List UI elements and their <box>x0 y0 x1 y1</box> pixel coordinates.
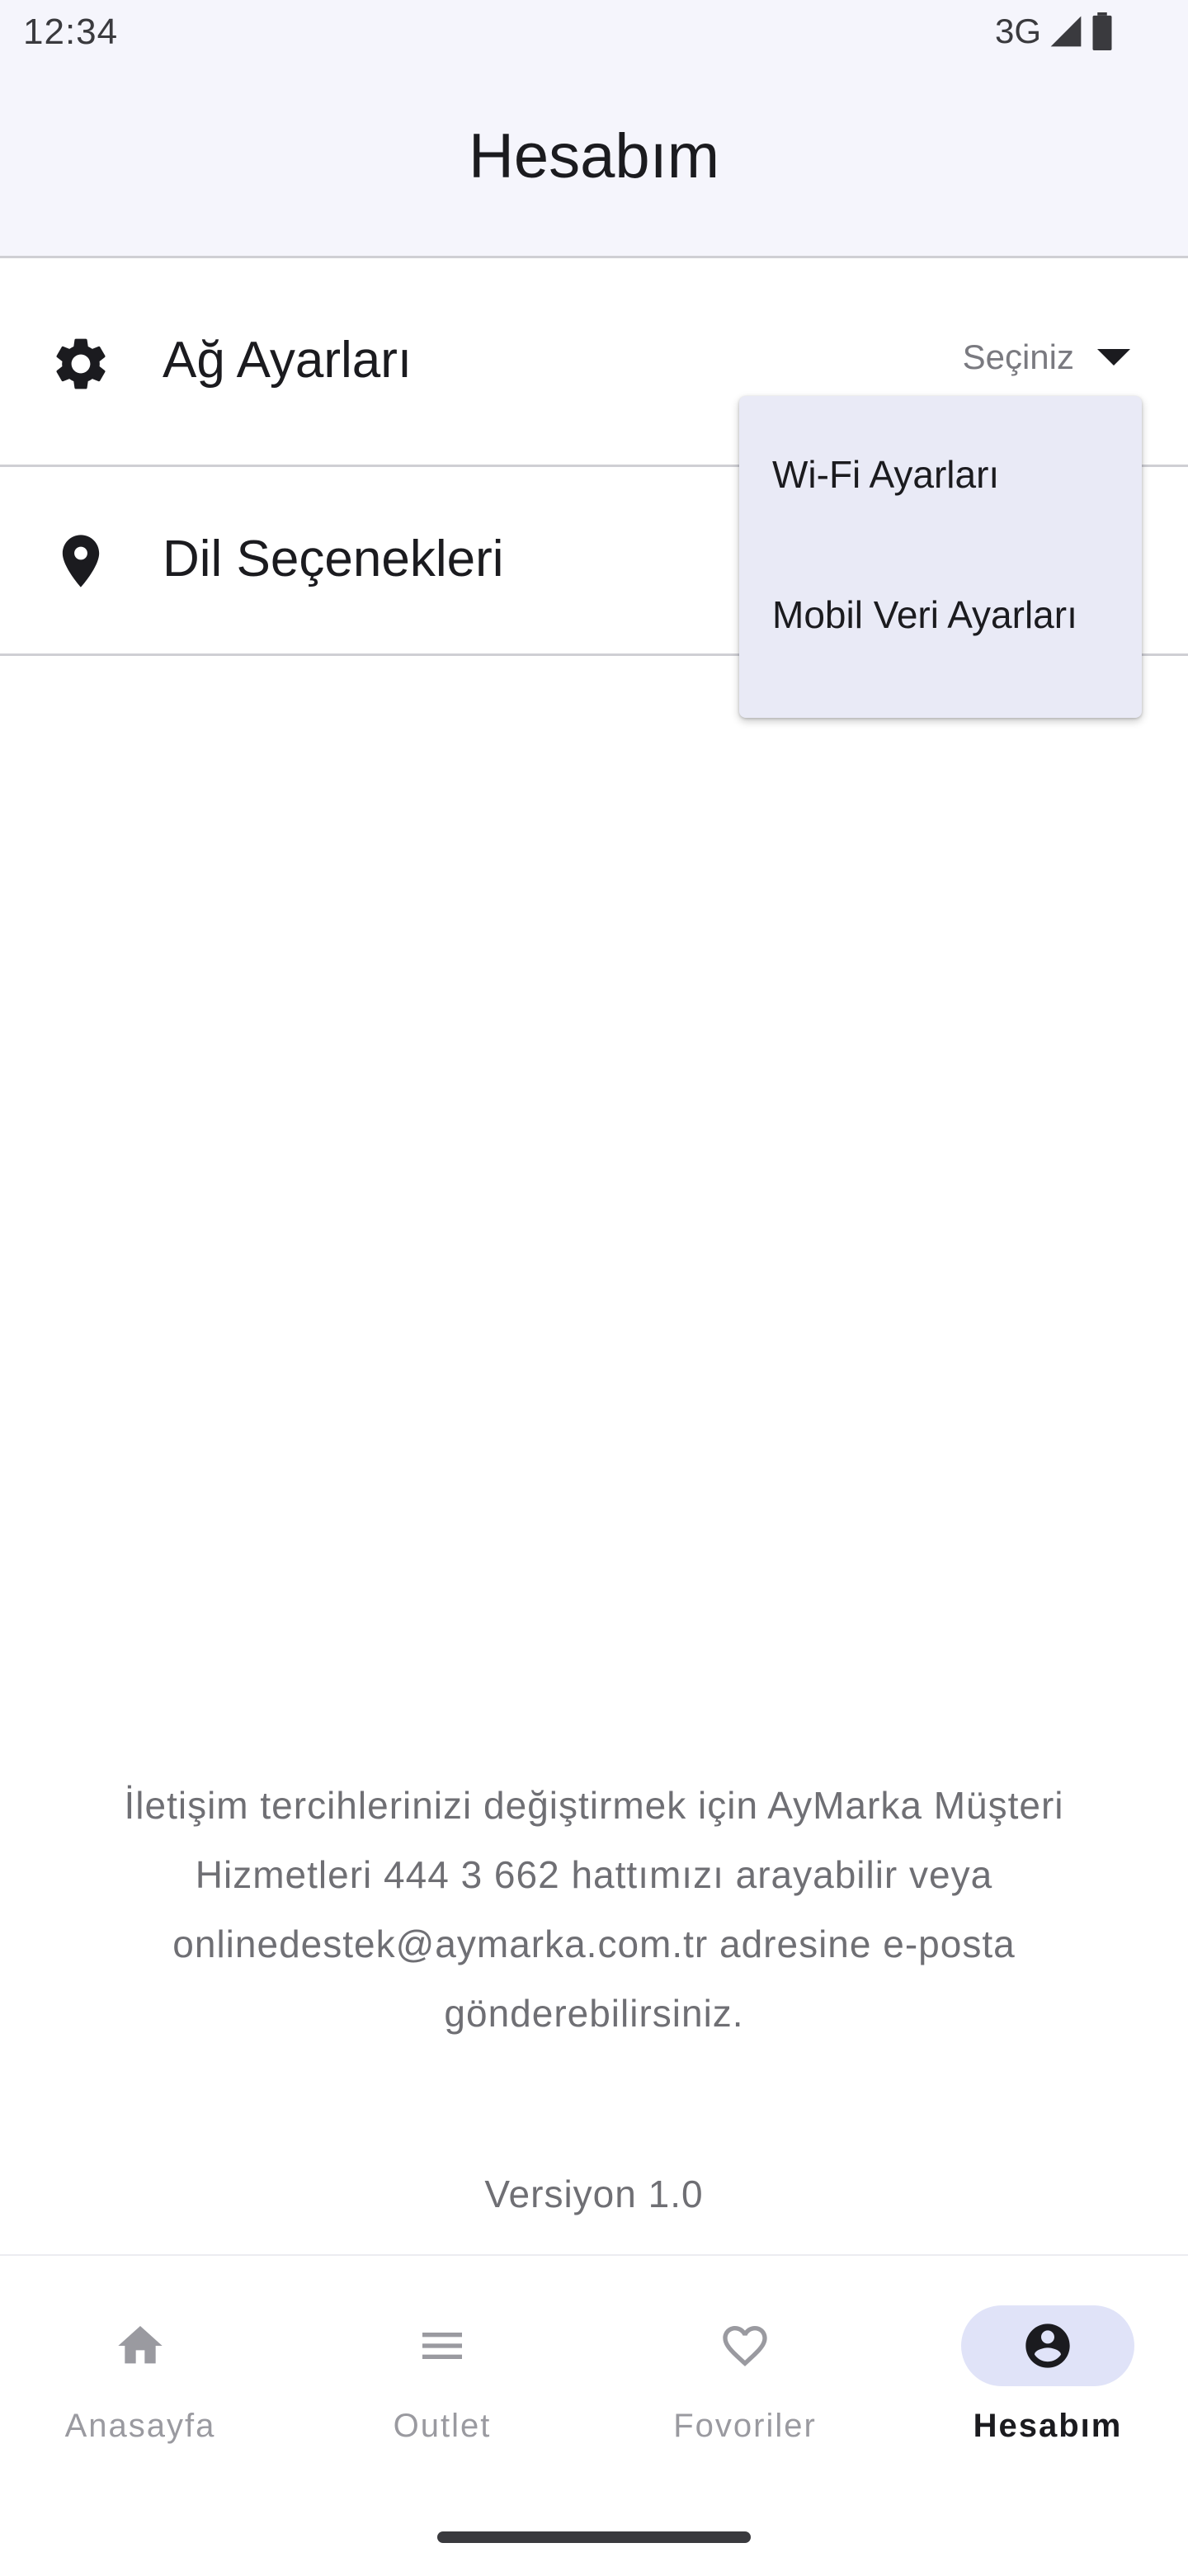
nav-item-account[interactable]: Hesabım <box>924 2305 1172 2470</box>
status-time: 12:34 <box>23 12 119 52</box>
network-type: 3G <box>994 12 1041 50</box>
battery-icon <box>1091 12 1114 50</box>
menu-item-mobile-data-settings[interactable]: Mobil Veri Ayarları <box>739 553 1142 677</box>
status-indicators: 3G <box>995 12 1114 51</box>
nav-label-outlet: Outlet <box>393 2408 492 2444</box>
menu-lines-icon <box>356 2305 529 2386</box>
app-screen: 12:34 3G Hesabım Ağ Ayarları Seçiniz Dil… <box>0 0 1188 2576</box>
heart-icon <box>658 2305 832 2386</box>
contact-info-text: İletişim tercihlerinizi değiştirmek için… <box>124 1784 1064 2035</box>
page-title: Hesabım <box>468 121 720 191</box>
dropdown-placeholder: Seçiniz <box>962 337 1074 376</box>
network-settings-dropdown[interactable]: Seçiniz <box>963 337 1130 377</box>
nav-item-outlet[interactable]: Outlet <box>318 2305 566 2470</box>
top-app-bar: Hesabım <box>0 74 1188 258</box>
account-circle-icon <box>961 2305 1134 2386</box>
dropdown-arrow-icon <box>1097 349 1130 366</box>
nav-item-favorites[interactable]: Fovoriler <box>621 2305 869 2470</box>
status-bar: 12:34 3G <box>0 0 1188 74</box>
home-indicator[interactable] <box>437 2531 751 2543</box>
location-pin-icon <box>50 530 112 592</box>
network-settings-label: Ağ Ayarları <box>163 332 412 389</box>
nav-label-account: Hesabım <box>973 2408 1123 2444</box>
network-settings-menu: Wi-Fi Ayarları Mobil Veri Ayarları <box>739 396 1142 718</box>
signal-icon <box>1048 13 1084 50</box>
version-text: Versiyon 1.0 <box>484 2173 704 2215</box>
nav-label-favorites: Fovoriler <box>673 2408 817 2444</box>
home-icon <box>54 2305 227 2386</box>
bottom-navigation: Anasayfa Outlet Fovoriler Hesabım <box>0 2254 1188 2576</box>
language-options-label: Dil Seçenekleri <box>163 531 504 587</box>
gear-icon <box>50 333 112 395</box>
nav-item-home[interactable]: Anasayfa <box>16 2305 264 2470</box>
nav-label-home: Anasayfa <box>64 2408 216 2444</box>
menu-item-wifi-settings[interactable]: Wi-Fi Ayarları <box>739 413 1142 536</box>
